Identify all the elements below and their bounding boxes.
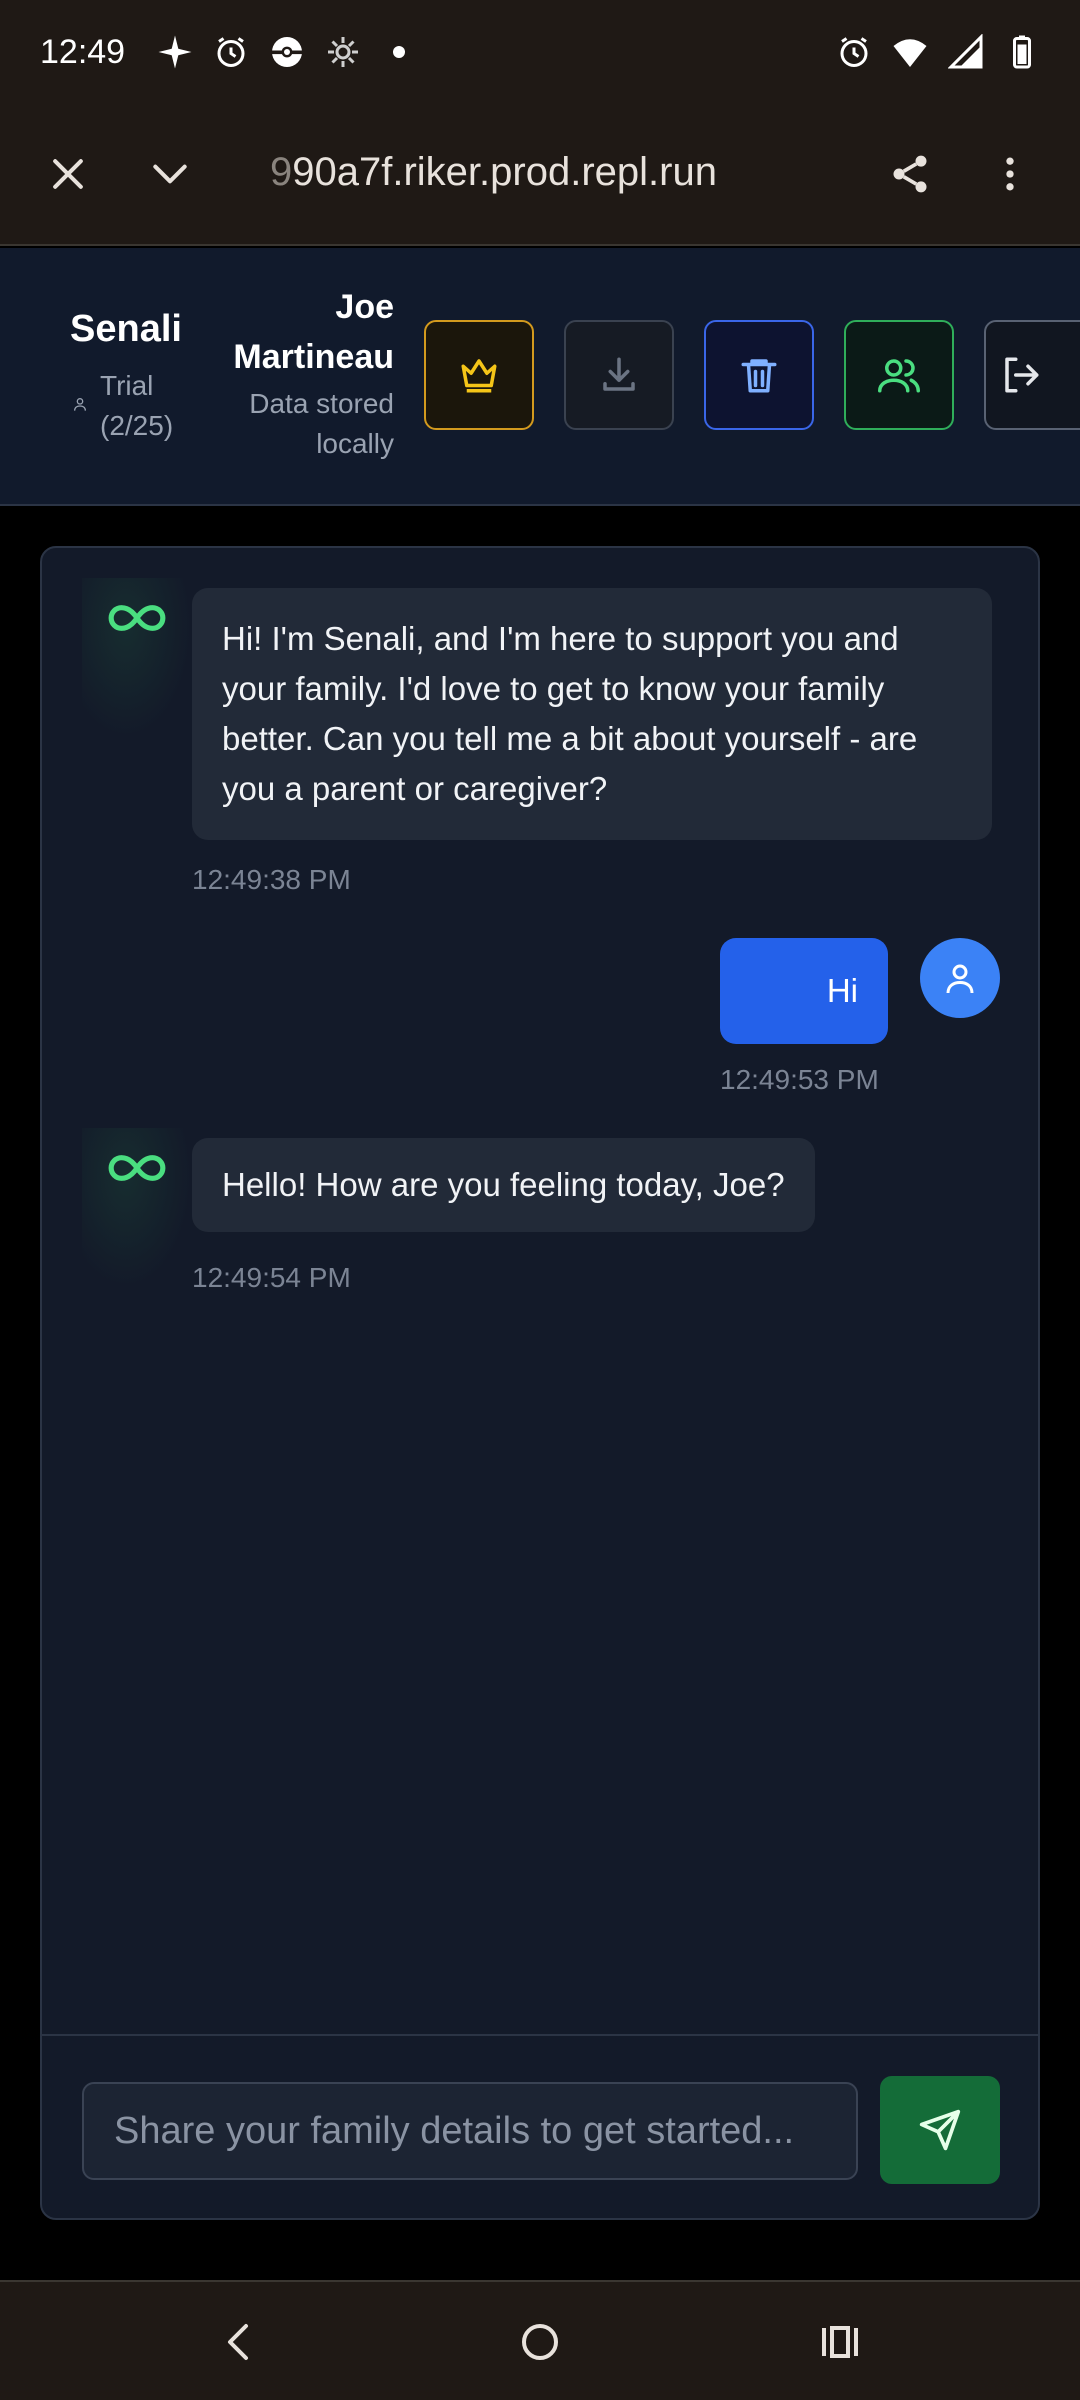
premium-button[interactable] [424, 320, 534, 430]
users-icon [878, 359, 920, 393]
minimize-button[interactable] [140, 144, 200, 204]
recents-icon [822, 2326, 858, 2358]
close-icon [53, 159, 83, 189]
send-icon [919, 2109, 961, 2151]
family-members-button[interactable] [844, 320, 954, 430]
export-data-button[interactable] [564, 320, 674, 430]
message-composer [42, 2034, 1038, 2218]
user-icon [74, 398, 86, 411]
signal-icon [948, 34, 984, 70]
battery-icon [1004, 34, 1040, 70]
status-right [836, 34, 1040, 70]
brand-block: Senali Trial (2/25) [70, 308, 182, 441]
logout-button[interactable] [984, 320, 1080, 430]
more-vert-icon [1006, 157, 1014, 191]
bot-avatar [82, 578, 192, 738]
user-avatar [920, 938, 1000, 1018]
message-timestamp: 12:49:38 PM [192, 864, 351, 895]
user-name: Joe Martineau [233, 288, 394, 376]
send-button[interactable] [880, 2076, 1000, 2184]
message-timestamp: 12:49:53 PM [720, 1064, 879, 1095]
share-button[interactable] [880, 144, 940, 204]
user-info: Joe Martineau Data stored locally [174, 282, 394, 464]
status-left: 12:49 [40, 33, 417, 72]
sparkle-icon [157, 34, 193, 70]
pokeball-icon [269, 34, 305, 70]
url-prefix: 9 [270, 150, 293, 194]
back-button[interactable] [210, 2312, 270, 2372]
url-bar[interactable]: 990a7f.riker.prod.repl.run [270, 150, 717, 195]
main-area: Hi! I'm Senali, and I'm here to support … [0, 506, 1080, 2280]
browser-toolbar: 990a7f.riker.prod.repl.run [0, 104, 1080, 246]
user-message-bubble: Hi [720, 938, 888, 1044]
wifi-icon [892, 34, 928, 70]
home-button[interactable] [510, 2312, 570, 2372]
bot-message-bubble: Hello! How are you feeling today, Joe? [192, 1138, 815, 1232]
crown-icon [461, 359, 497, 393]
status-bar: 12:49 [0, 0, 1080, 104]
bot-message-bubble: Hi! I'm Senali, and I'm here to support … [192, 588, 992, 840]
url-text: 90a7f.riker.prod.repl.run [292, 150, 717, 194]
infinity-icon [108, 605, 166, 631]
logout-icon [1005, 357, 1039, 393]
recents-button[interactable] [810, 2312, 870, 2372]
share-icon [893, 155, 927, 193]
chevron-left-icon [228, 2324, 248, 2360]
chevron-down-icon [153, 164, 187, 184]
chat-panel: Hi! I'm Senali, and I'm here to support … [40, 546, 1040, 2220]
system-nav-bar [0, 2280, 1080, 2400]
gear-sun-icon [325, 34, 361, 70]
app-header: Senali Trial (2/25) Joe Martineau Data s… [0, 248, 1080, 506]
delete-data-button[interactable] [704, 320, 814, 430]
alarm-icon [836, 34, 872, 70]
alarm-icon [213, 34, 249, 70]
download-icon [603, 357, 635, 391]
close-tab-button[interactable] [38, 144, 98, 204]
message-input[interactable] [82, 2082, 858, 2180]
more-options-button[interactable] [980, 144, 1040, 204]
bot-avatar [82, 1128, 192, 1288]
user-icon [946, 964, 974, 994]
storage-note: Data stored locally [249, 388, 394, 459]
home-circle-icon [522, 2324, 558, 2360]
dot-icon [381, 34, 417, 70]
message-timestamp: 12:49:54 PM [192, 1262, 351, 1293]
app-name: Senali [70, 308, 182, 350]
trash-icon [741, 359, 777, 393]
status-time: 12:49 [40, 32, 126, 71]
infinity-icon [108, 1155, 166, 1181]
